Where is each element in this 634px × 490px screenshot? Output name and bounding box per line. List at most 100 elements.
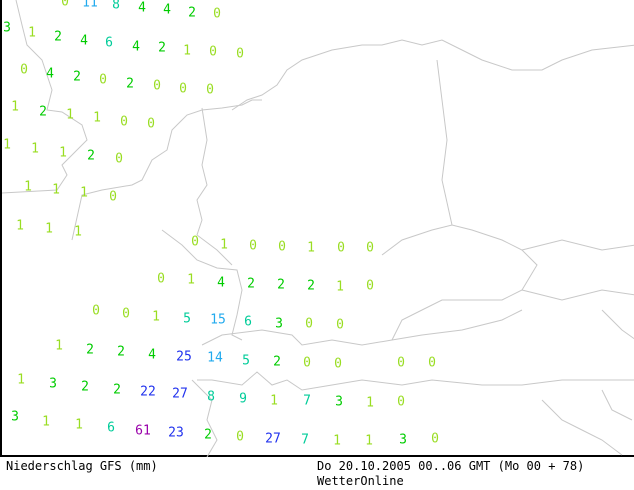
- precipitation-value: 3: [399, 432, 407, 448]
- precipitation-value: 61: [135, 423, 151, 439]
- precipitation-value: 1: [45, 221, 53, 237]
- precipitation-value: 1: [80, 185, 88, 201]
- precipitation-value: 0: [397, 394, 405, 410]
- precipitation-value: 1: [270, 393, 278, 409]
- precipitation-value: 1: [3, 137, 11, 153]
- precipitation-value: 0: [153, 78, 161, 94]
- precipitation-value: 1: [17, 372, 25, 388]
- precipitation-value: 0: [206, 82, 214, 98]
- precipitation-value: 0: [213, 6, 221, 22]
- precipitation-value: 4: [217, 275, 225, 291]
- precipitation-value: 0: [336, 317, 344, 333]
- precipitation-value: 2: [188, 5, 196, 21]
- precipitation-value: 0: [99, 72, 107, 88]
- precipitation-value: 2: [204, 427, 212, 443]
- precipitation-value: 3: [11, 409, 19, 425]
- precipitation-value: 1: [333, 433, 341, 449]
- precipitation-value: 3: [3, 20, 11, 36]
- precipitation-value: 1: [59, 145, 67, 161]
- precipitation-value: 0: [249, 238, 257, 254]
- precipitation-value: 0: [397, 355, 405, 371]
- precipitation-value: 8: [207, 389, 215, 405]
- precipitation-value: 14: [207, 350, 223, 366]
- precipitation-value: 0: [278, 239, 286, 255]
- precipitation-value: 1: [74, 224, 82, 240]
- precipitation-value: 2: [158, 40, 166, 56]
- precipitation-value: 22: [140, 384, 156, 400]
- precipitation-value: 1: [183, 43, 191, 59]
- precipitation-value: 1: [366, 395, 374, 411]
- border-de-cz: [381, 224, 538, 341]
- precipitation-map-view: 0 1 1 8 4 4 2 0 3 1 2 4 6 4 2 1 0 0 0 4 2 0 2 0 0 0 1 2 1 1 0 0 1 1 1 2 0 1 1 1…: [0, 0, 634, 490]
- precipitation-value: 0: [366, 240, 374, 256]
- coastline-britain: [2, 0, 88, 194]
- precipitation-value: 4: [80, 33, 88, 49]
- precipitation-value: 1: [52, 182, 60, 198]
- precipitation-value: 2: [126, 76, 134, 92]
- precipitation-value: 1: [24, 179, 32, 195]
- precipitation-value: 2: [113, 382, 121, 398]
- precipitation-value: 7: [303, 393, 311, 409]
- precipitation-value: 0: [109, 189, 117, 205]
- precipitation-value: 6: [244, 314, 252, 330]
- precipitation-value: 0: [236, 46, 244, 62]
- precipitation-value: 2: [73, 69, 81, 85]
- precipitation-value: 1: [66, 107, 74, 123]
- precipitation-value: 1: [16, 218, 24, 234]
- precipitation-value: 1: [220, 237, 228, 253]
- precipitation-value: 4: [132, 39, 140, 55]
- precipitation-value: 0: [236, 429, 244, 445]
- precipitation-value: 15: [210, 312, 226, 328]
- precipitation-value: 0: [179, 81, 187, 97]
- coastline-adriatic: [541, 389, 633, 456]
- precipitation-value: 0: [431, 431, 439, 447]
- coastline-north: [231, 39, 634, 111]
- precipitation-value: 2: [277, 277, 285, 293]
- precipitation-value: 3: [49, 376, 57, 392]
- map-area: 0 1 1 8 4 4 2 0 3 1 2 4 6 4 2 1 0 0 0 4 2 0 2 0 0 0 1 2 1 1 0 0 1 1 1 2 0 1 1 1…: [0, 0, 634, 457]
- precipitation-value: 1: [93, 110, 101, 126]
- precipitation-value: 5: [242, 353, 250, 369]
- precipitation-value: 0: [209, 44, 217, 60]
- precipitation-value: 0: [337, 240, 345, 256]
- precipitation-value: 0: [122, 306, 130, 322]
- precipitation-value: 1: [365, 433, 373, 449]
- precipitation-value: 9: [239, 391, 247, 407]
- precipitation-value: 0: [366, 278, 374, 294]
- precipitation-value: 4: [46, 66, 54, 82]
- precipitation-value: 1: [11, 99, 19, 115]
- border-de-pl: [436, 59, 453, 226]
- precipitation-value: 1: [75, 417, 83, 433]
- precipitation-value: 6: [105, 35, 113, 51]
- precipitation-value: 1: [31, 141, 39, 157]
- precipitation-value: 0: [147, 116, 155, 132]
- precipitation-value: 1: [152, 309, 160, 325]
- precipitation-value: 27: [172, 386, 188, 402]
- precipitation-value: 1: [187, 272, 195, 288]
- precipitation-value: 0: [428, 355, 436, 371]
- precipitation-value: 4: [163, 2, 171, 18]
- precipitation-value: 1: [28, 25, 36, 41]
- precipitation-value: 1: [307, 240, 315, 256]
- precipitation-value: 27: [265, 431, 281, 447]
- precipitation-value: 6: [107, 420, 115, 436]
- precipitation-value: 5: [183, 311, 191, 327]
- precipitation-value: 2: [87, 148, 95, 164]
- precipitation-value: 3: [335, 394, 343, 410]
- precipitation-value: 3: [275, 316, 283, 332]
- country-borders: [2, 0, 634, 457]
- precipitation-value: 4: [148, 347, 156, 363]
- precipitation-value: 2: [86, 342, 94, 358]
- precipitation-value: 25: [176, 349, 192, 365]
- precipitation-value: 0: [334, 356, 342, 372]
- precipitation-value: 2: [39, 104, 47, 120]
- precipitation-value: 0: [115, 151, 123, 167]
- precipitation-value: 0: [61, 0, 69, 10]
- precipitation-value: 8: [112, 0, 120, 13]
- precipitation-value: 4: [138, 0, 146, 16]
- precipitation-value: 2: [247, 276, 255, 292]
- precipitation-value: 23: [168, 425, 184, 441]
- precipitation-value: 0: [191, 234, 199, 250]
- precipitation-value: 7: [301, 432, 309, 448]
- precipitation-value: 2: [54, 29, 62, 45]
